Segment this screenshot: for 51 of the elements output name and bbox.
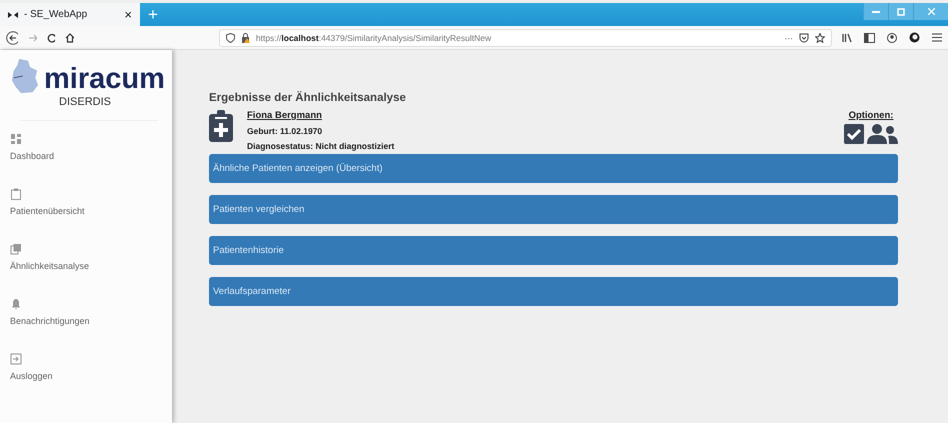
users-icon[interactable] — [866, 124, 898, 144]
extension-icon[interactable] — [909, 32, 920, 43]
nav-item[interactable]: Ausloggen — [10, 353, 172, 408]
section-bar[interactable]: Ähnliche Patienten anzeigen (Übersicht) — [209, 154, 898, 183]
new-tab-button[interactable]: + — [140, 3, 166, 26]
germany-map-icon — [10, 58, 40, 94]
minimize-button[interactable] — [863, 3, 888, 20]
clipboard-medical-icon — [209, 110, 233, 142]
clipboard-icon — [10, 188, 22, 200]
address-bar[interactable]: https://localhost:44379/SimilarityAnalysis/SimilarityResultNew ··· — [218, 28, 832, 46]
tab-title: - SE_WebApp — [24, 9, 88, 20]
nav-item[interactable]: Dashboard — [10, 133, 172, 188]
pocket-icon[interactable] — [799, 32, 809, 42]
more-button[interactable]: ··· — [784, 32, 793, 42]
section-bar[interactable]: Patientenhistorie — [209, 236, 898, 265]
copy-icon — [10, 243, 22, 255]
account-icon[interactable] — [887, 32, 897, 42]
reload-icon[interactable] — [46, 32, 56, 42]
library-icon[interactable] — [842, 32, 852, 42]
section-bar[interactable]: Verlaufsparameter — [209, 277, 898, 306]
birth-date: Geburt: 11.02.1970 — [247, 126, 324, 136]
tab-close-button[interactable]: × — [124, 7, 132, 22]
tab-favicon-icon — [8, 12, 18, 18]
bell-icon — [10, 298, 22, 310]
lock-warning-icon — [240, 32, 250, 42]
dashboard-icon — [10, 133, 22, 145]
page-title: Ergebnisse der Ähnlichkeitsanalyse — [209, 92, 407, 104]
star-icon[interactable] — [815, 32, 825, 42]
browser-tab[interactable]: - SE_WebApp × — [0, 3, 140, 26]
maximize-button[interactable] — [888, 3, 913, 20]
app-subtitle: DISERDIS — [58, 96, 112, 108]
logo-wordmark: miracum — [44, 65, 165, 94]
maximize-icon — [897, 8, 905, 16]
shield-icon — [226, 32, 235, 42]
close-icon — [928, 8, 934, 15]
section-bar[interactable]: Patienten vergleichen — [209, 195, 898, 224]
options-label: Optionen: — [848, 110, 894, 121]
home-icon[interactable] — [65, 32, 74, 42]
menu-icon[interactable] — [932, 33, 942, 42]
url-text: https://localhost:44379/SimilarityAnalysis/SimilarityResultNew — [256, 32, 492, 42]
checkbox-icon[interactable] — [844, 124, 864, 144]
back-icon[interactable] — [6, 30, 18, 44]
nav-item[interactable]: Benachrichtigungen — [10, 298, 172, 353]
patient-name-link[interactable]: Fiona Bergmann — [247, 110, 394, 121]
sidebar-icon[interactable] — [864, 32, 875, 42]
nav-item[interactable]: Ähnlichkeitsanalyse — [10, 243, 172, 298]
diagnosis-status: Diagnosestatus: Nicht diagnostiziert — [247, 141, 394, 151]
close-button[interactable] — [913, 3, 948, 20]
minimize-icon — [872, 10, 880, 12]
logout-icon — [10, 353, 22, 365]
nav-item[interactable]: Patientenübersicht — [10, 188, 172, 243]
